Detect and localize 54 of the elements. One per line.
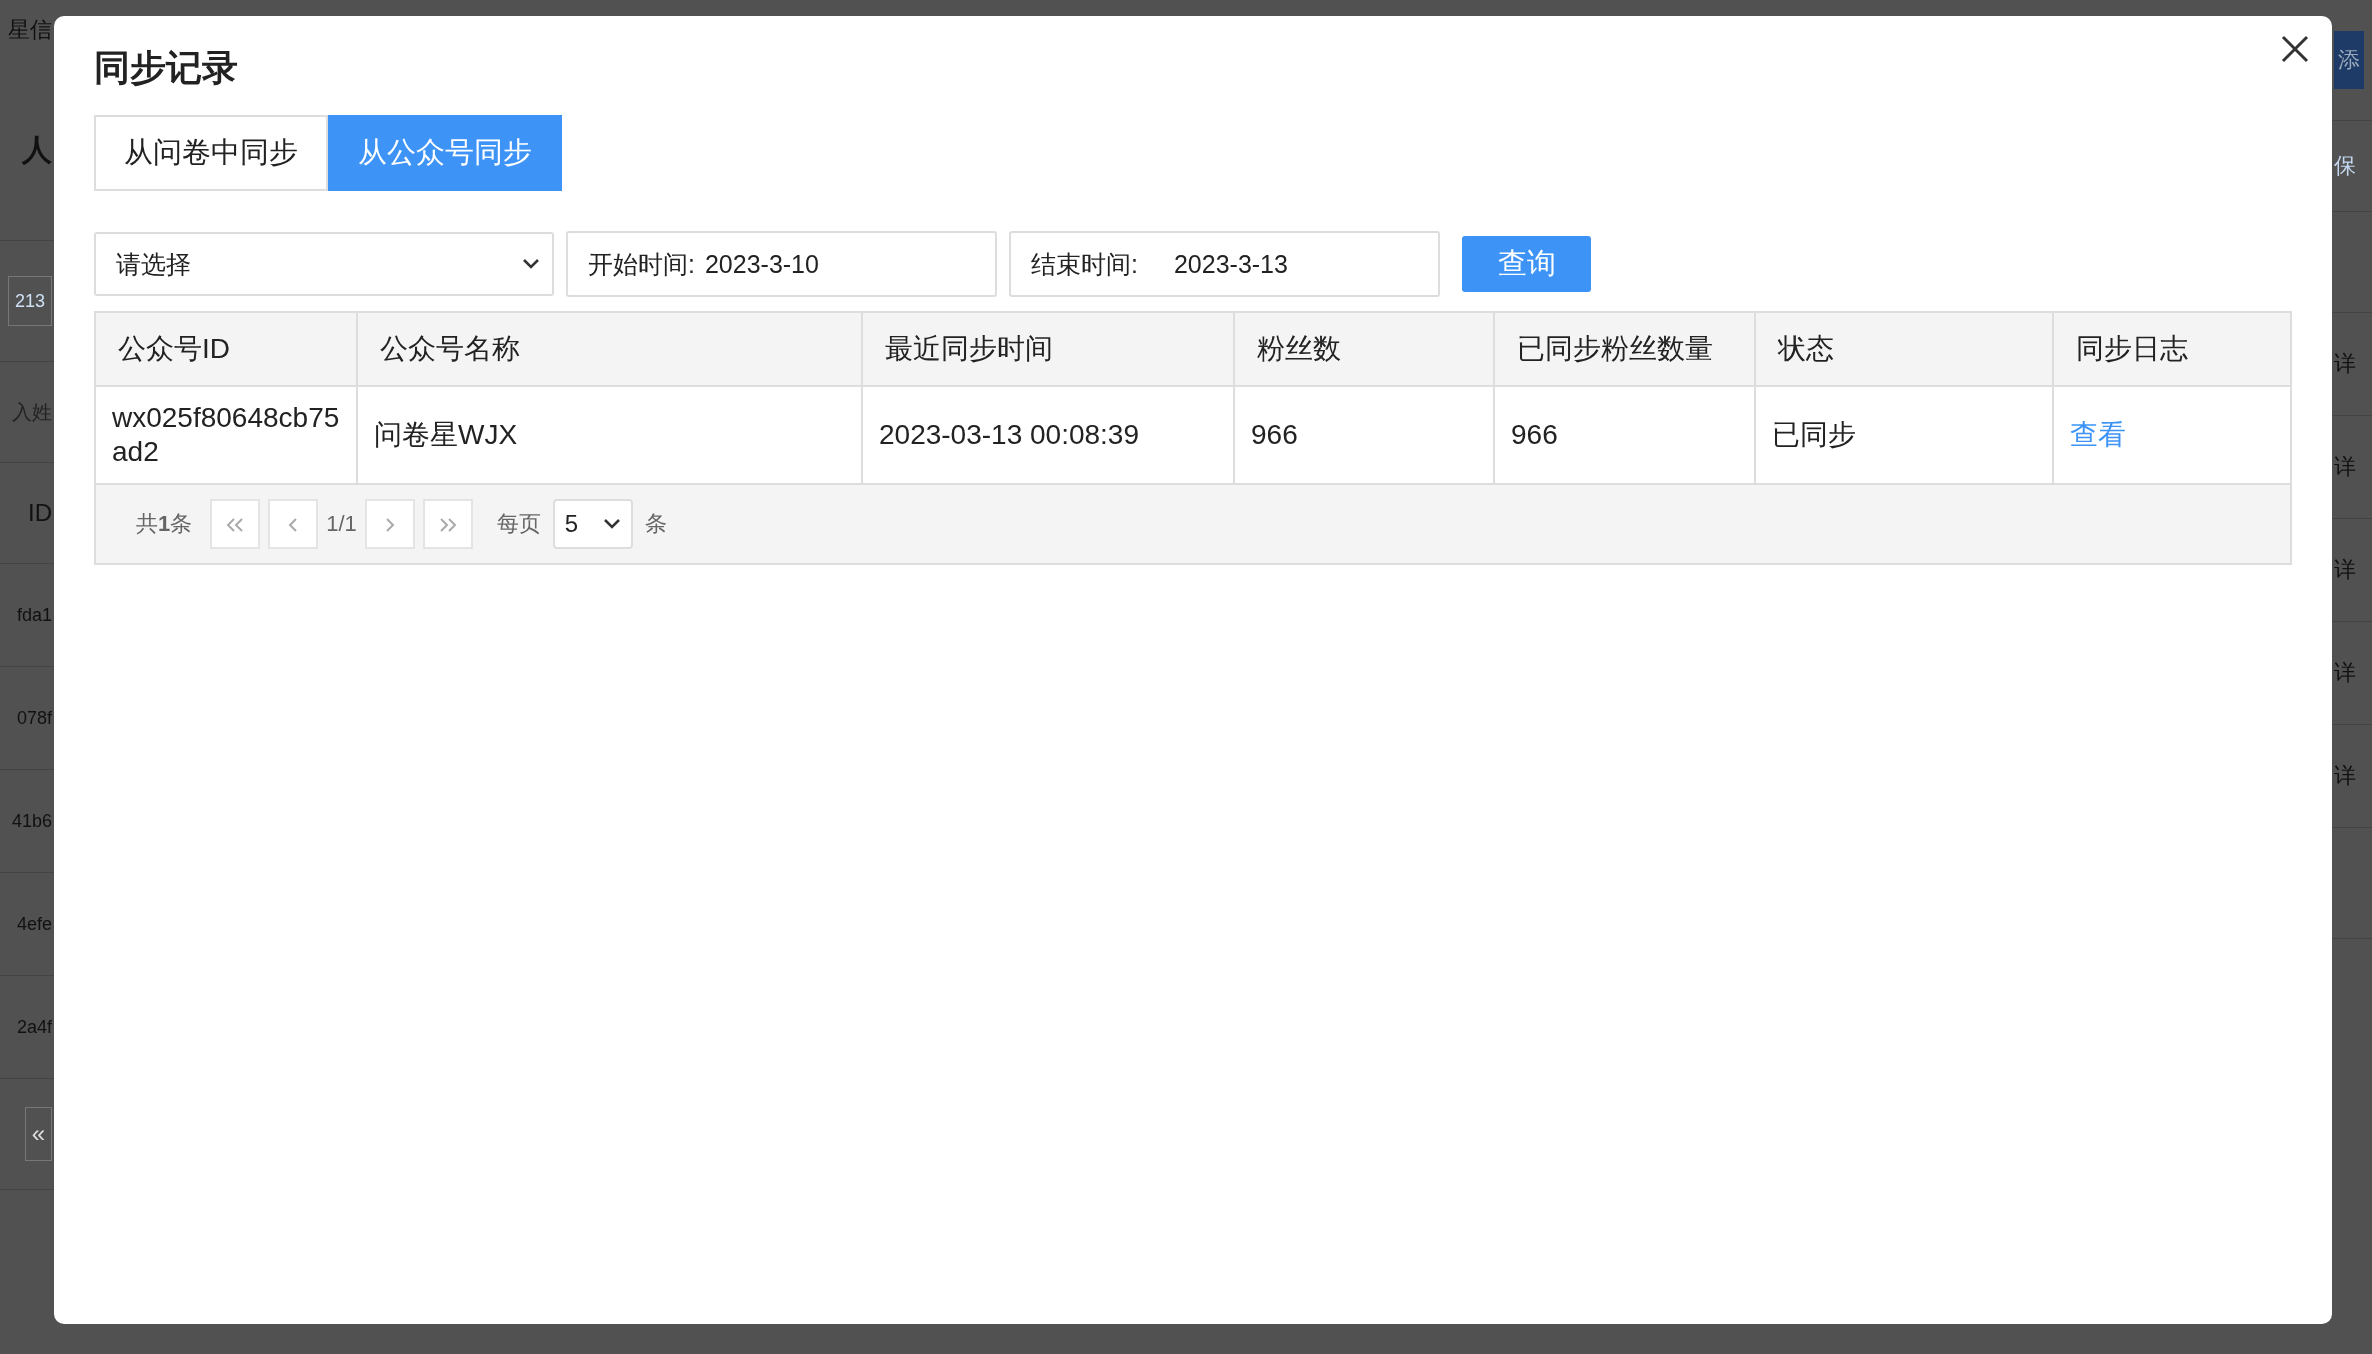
field-value: 2023-3-10	[704, 249, 819, 279]
background-text: fda1	[16, 604, 52, 626]
first-page-button[interactable]	[210, 499, 261, 549]
dialog-title: 同步记录	[94, 46, 239, 90]
select-value: 5	[564, 510, 579, 538]
column-header: 同步日志	[2054, 313, 2290, 387]
table-cell: 2023-03-13 00:08:39	[863, 387, 1235, 485]
background-text: 详	[2334, 762, 2356, 790]
chevron-left-icon	[288, 518, 299, 532]
background-text: ID	[28, 499, 52, 527]
background-text: 078f	[16, 707, 52, 729]
background-text: 星信	[8, 16, 52, 44]
field-label: 开始时间:	[588, 248, 695, 280]
table-cell: 已同步	[1756, 387, 2054, 485]
last-page-button[interactable]	[422, 499, 473, 549]
per-page-label: 每页	[496, 510, 541, 538]
table-cell: 问卷星WJX	[358, 387, 863, 485]
chevron-down-icon	[602, 518, 621, 530]
page-indicator: 1/1	[326, 511, 357, 537]
account-select[interactable]: 请选择	[94, 232, 554, 296]
field-label: 结束时间:	[1031, 248, 1138, 280]
tab[interactable]: 从问卷中同步	[94, 115, 328, 191]
column-header: 已同步粉丝数量	[1495, 313, 1756, 387]
background-text: 人	[22, 131, 52, 168]
field-value: 2023-3-13	[1173, 249, 1288, 279]
background-text: 详	[2334, 453, 2356, 481]
background-field: 213	[7, 276, 52, 326]
double-chevron-right-icon	[438, 518, 457, 532]
double-chevron-left-icon	[226, 518, 245, 532]
background-text: 保	[2334, 152, 2356, 180]
table-cell: 966	[1235, 387, 1495, 485]
column-header: 状态	[1756, 313, 2054, 387]
next-page-button[interactable]	[364, 499, 415, 549]
column-header: 公众号名称	[358, 313, 863, 387]
background-text: 详	[2334, 350, 2356, 378]
background-text: 详	[2334, 659, 2356, 687]
start-date-field[interactable]: 开始时间: 2023-3-10	[566, 231, 997, 297]
background-text: 41b6	[11, 810, 52, 832]
page-size-select[interactable]: 5	[552, 499, 633, 549]
background-text: 2a4f	[16, 1016, 52, 1038]
previous-page-button[interactable]	[268, 499, 319, 549]
column-header: 公众号ID	[96, 313, 358, 387]
column-header: 粉丝数	[1235, 313, 1495, 387]
table-cell: wx025f80648cb75ad2	[96, 387, 358, 485]
chevron-down-icon	[522, 258, 540, 270]
select-value: 请选择	[116, 248, 191, 280]
unit-label: 条	[644, 510, 667, 538]
column-header: 最近同步时间	[863, 313, 1235, 387]
chevron-right-icon	[384, 518, 395, 532]
background-text: 4efe	[16, 913, 52, 935]
end-date-field[interactable]: 结束时间: 2023-3-13	[1009, 231, 1440, 297]
table-cell: 966	[1495, 387, 1756, 485]
total-count: 共1条	[136, 510, 193, 538]
background-text: 详	[2334, 556, 2356, 584]
